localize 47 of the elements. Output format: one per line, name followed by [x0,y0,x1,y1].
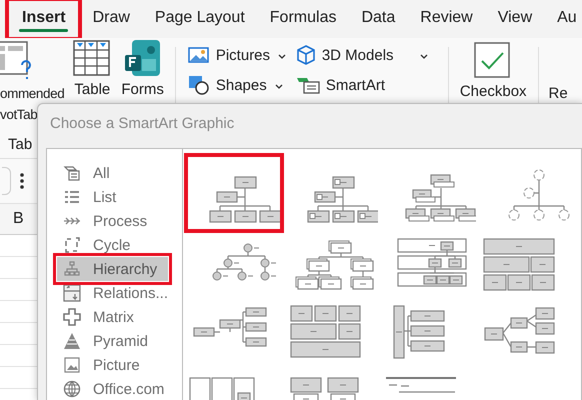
globe-icon [63,380,81,398]
smartart-icon [296,76,320,94]
ribbon-tab[interactable]: Data [350,0,406,38]
matrix-icon [63,308,81,326]
table-button[interactable]: Table [68,39,116,100]
category-item[interactable]: Office.com [57,377,168,400]
column-header: B [13,210,24,228]
picture-icon [188,46,210,64]
smartart-button[interactable]: SmartArt [294,73,442,97]
pictures-button[interactable]: Pictures [186,43,294,67]
ribbon-tab[interactable]: Page Layout [144,0,256,38]
cube-icon [296,45,316,65]
shapes-icon [188,75,210,95]
category-item[interactable]: List [57,185,168,209]
shapes-button[interactable]: Shapes [186,73,294,97]
list-icon [63,188,81,206]
models-button[interactable]: 3D Models [294,43,442,67]
ribbon-tab[interactable]: Review [409,0,484,38]
category-item[interactable]: Matrix [57,305,168,329]
hierarchy-icon [63,260,81,278]
ribbon-tab[interactable]: View [486,0,544,38]
forms-button[interactable]: Forms [116,39,169,100]
chevron-icon [420,54,428,60]
picture-icon [63,356,81,374]
dialog-title: Choose a SmartArt Graphic [49,114,236,134]
relationship-icon [63,284,81,302]
all-icon [63,164,81,182]
layout-thumbnail[interactable] [186,155,282,231]
ribbon-button[interactable]: Re [546,39,570,103]
ribbon-tab[interactable]: Formulas [258,0,348,38]
ribbon-tab[interactable]: Draw [82,0,141,38]
category-item[interactable]: Process [57,209,168,233]
category-item[interactable]: Picture [57,353,168,377]
group-label: Tab [8,136,32,153]
cycle-icon [63,236,81,254]
category-item[interactable]: All [57,161,168,185]
checkbox-button[interactable]: Checkbox [454,41,532,102]
ribbon-tab[interactable]: Insert [8,0,79,38]
pyramid-icon [63,332,81,350]
category-item[interactable]: Cycle [57,233,168,257]
category-item[interactable]: Relations... [57,281,168,305]
chevron-icon [278,54,286,60]
chevron-icon [274,84,283,90]
category-item[interactable]: Hierarchy [57,257,168,281]
ribbon-tab[interactable]: Au [546,0,582,38]
category-item[interactable]: Pyramid [57,329,168,353]
more-options-icon[interactable] [19,173,25,189]
